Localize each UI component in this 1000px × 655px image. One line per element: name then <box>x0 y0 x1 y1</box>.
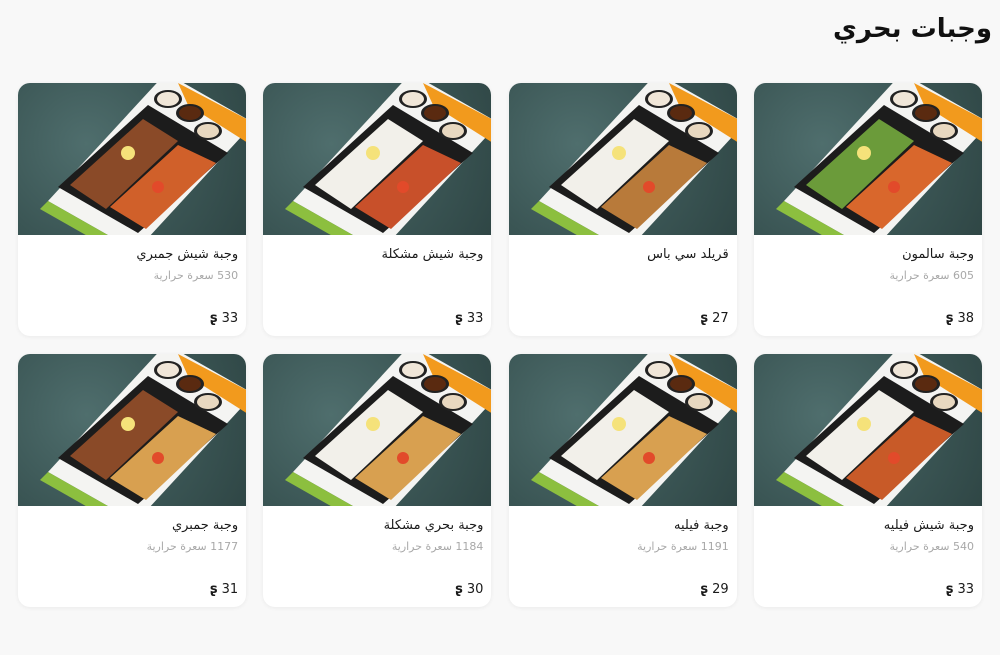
meal-name: وجبة بحري مشكلة <box>383 518 484 533</box>
meal-price-value: 33 <box>957 582 974 597</box>
meal-photo <box>754 83 982 235</box>
meal-price: ʂ 31 <box>210 582 238 597</box>
meal-info: وجبة شيش فيليه 540 سعرة حرارية ʂ 33 <box>754 506 982 607</box>
saudi-riyal-icon: ʂ <box>700 311 709 326</box>
meal-price: ʂ 38 <box>946 311 974 326</box>
meal-price: ʂ 33 <box>210 311 238 326</box>
meal-card[interactable]: وجبة فيليه 1191 سعرة حرارية ʂ 29 <box>508 354 737 607</box>
meal-price-value: 33 <box>466 311 484 326</box>
meal-name: وجبة فيليه <box>674 518 729 533</box>
food-image <box>40 83 247 235</box>
food-image <box>285 354 492 506</box>
meal-name: قريلد سي باس <box>647 247 729 262</box>
meal-photo <box>508 83 737 235</box>
saudi-riyal-icon: ʂ <box>209 582 218 597</box>
saudi-riyal-icon: ʂ <box>209 311 218 326</box>
meal-grid: وجبة سالمون 605 سعرة حرارية ʂ 38 قريلد سي با… <box>18 83 982 607</box>
meal-info: وجبة فيليه 1191 سعرة حرارية ʂ 29 <box>509 506 737 607</box>
meal-info: وجبة شيش مشكلة ʂ 33 <box>263 235 491 336</box>
saudi-riyal-icon: ʂ <box>945 582 954 597</box>
meal-calories: 1191 سعرة حرارية <box>637 540 729 553</box>
meal-calories: 540 سعرة حرارية <box>889 540 974 553</box>
meal-card[interactable]: وجبة شيش جمبري 530 سعرة حرارية ʂ 33 <box>18 83 247 336</box>
meal-photo <box>18 354 247 506</box>
meal-name: وجبة شيش مشكلة <box>381 247 484 262</box>
meal-info: وجبة بحري مشكلة 1184 سعرة حرارية ʂ 30 <box>263 506 491 607</box>
meal-price-value: 38 <box>957 311 974 326</box>
meal-price-value: 30 <box>466 582 484 597</box>
saudi-riyal-icon: ʂ <box>700 582 709 597</box>
meal-name: وجبة سالمون <box>902 247 974 262</box>
section-title: وجبات بحري <box>833 14 992 44</box>
meal-info: وجبة جمبري 1177 سعرة حرارية ʂ 31 <box>18 506 246 607</box>
meal-photo <box>263 354 492 506</box>
meal-price-value: 27 <box>712 311 729 326</box>
saudi-riyal-icon: ʂ <box>945 311 954 326</box>
food-image <box>40 354 247 506</box>
meal-info: وجبة سالمون 605 سعرة حرارية ʂ 38 <box>754 235 982 336</box>
meal-price-value: 33 <box>221 311 239 326</box>
food-image <box>776 354 982 506</box>
meal-photo <box>754 354 982 506</box>
meal-card[interactable]: قريلد سي باس ʂ 27 <box>508 83 737 336</box>
meal-card[interactable]: وجبة سالمون 605 سعرة حرارية ʂ 38 <box>754 83 982 336</box>
meal-calories: 605 سعرة حرارية <box>889 269 974 282</box>
meal-photo <box>18 83 247 235</box>
food-image <box>285 83 492 235</box>
food-image <box>776 83 982 235</box>
meal-card[interactable]: وجبة شيش فيليه 540 سعرة حرارية ʂ 33 <box>754 354 982 607</box>
meal-photo <box>508 354 737 506</box>
meal-calories: 530 سعرة حرارية <box>153 269 239 282</box>
meal-photo <box>263 83 492 235</box>
meal-info: وجبة شيش جمبري 530 سعرة حرارية ʂ 33 <box>18 235 246 336</box>
page: وجبات بحري وجبة سالمون 605 سعرة حرارية ʂ 38… <box>0 0 1000 655</box>
meal-card[interactable]: وجبة شيش مشكلة ʂ 33 <box>263 83 492 336</box>
meal-name: وجبة شيش فيليه <box>883 518 974 533</box>
meal-price: ʂ 33 <box>946 582 974 597</box>
food-image <box>530 83 737 235</box>
saudi-riyal-icon: ʂ <box>455 582 463 597</box>
meal-card[interactable]: وجبة بحري مشكلة 1184 سعرة حرارية ʂ 30 <box>263 354 492 607</box>
meal-price: ʂ 33 <box>455 311 483 326</box>
meal-calories: 1177 سعرة حرارية <box>146 540 239 553</box>
meal-info: قريلد سي باس ʂ 27 <box>509 235 737 336</box>
meal-price: ʂ 29 <box>700 582 728 597</box>
meal-price: ʂ 30 <box>455 582 483 597</box>
meal-calories: 1184 سعرة حرارية <box>391 540 484 553</box>
food-image <box>530 354 737 506</box>
meal-price: ʂ 27 <box>700 311 728 326</box>
meal-name: وجبة جمبري <box>171 518 239 533</box>
saudi-riyal-icon: ʂ <box>455 311 463 326</box>
meal-name: وجبة شيش جمبري <box>136 247 239 262</box>
meal-price-value: 31 <box>221 582 239 597</box>
meal-price-value: 29 <box>712 582 729 597</box>
meal-card[interactable]: وجبة جمبري 1177 سعرة حرارية ʂ 31 <box>18 354 247 607</box>
